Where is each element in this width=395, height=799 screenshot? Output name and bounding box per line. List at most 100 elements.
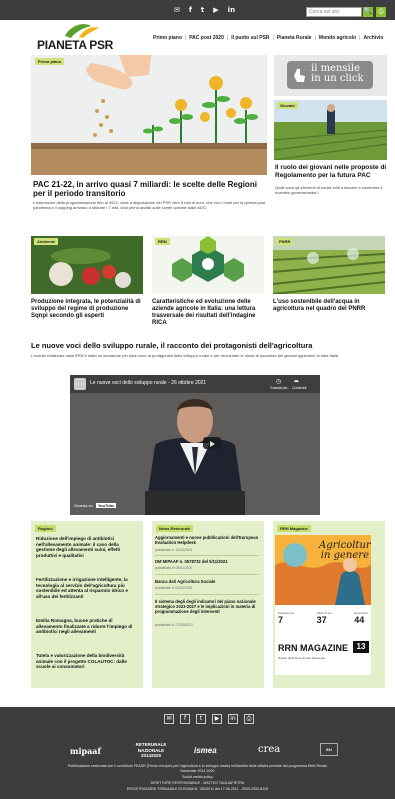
logo-leaf-icon	[65, 24, 99, 38]
twitter-icon[interactable]: t	[196, 714, 206, 724]
nav-punto-psr[interactable]: Il punto sul PSR	[231, 35, 269, 41]
footer-director-text: DIRETTORE RESPONSABILE - MATTEO TAGLIAPI…	[150, 781, 245, 785]
eu-flag-logo[interactable]: EU	[320, 743, 338, 756]
site-logo[interactable]: PIANETA PSR	[37, 24, 117, 54]
linkedin-icon[interactable]: in	[228, 714, 238, 724]
nav-pac-post-2020[interactable]: PAC post 2020	[189, 35, 224, 41]
search-icon[interactable]: 🔍	[363, 7, 373, 17]
news-item-date: pubblicato il: 27/10/2021	[155, 623, 193, 627]
social-media-policy-link[interactable]: Social media policy	[30, 775, 365, 780]
news-item-title[interactable]: Aggiornamenti e nuove pubblicazioni dell…	[155, 535, 259, 545]
mensile-box: il mensile in un click	[287, 61, 373, 89]
footer-social-links: ✉ f t ▶ in ⎙	[164, 714, 254, 724]
youtube-icon[interactable]: ▶	[212, 714, 222, 724]
news-divider	[155, 594, 259, 595]
print-icon[interactable]: ⎙	[376, 7, 386, 17]
giovani-description: Quali sono gli elementi di novità volti …	[275, 185, 383, 195]
mipaaf-logo[interactable]: mipaaf	[70, 746, 101, 756]
magazine-stat: Partecipa al 7	[278, 611, 294, 625]
article-title-pnrr[interactable]: L'uso sostenibile dell'acqua in agricolt…	[273, 299, 386, 313]
article-tag-rrn[interactable]: RRN	[155, 238, 170, 245]
share-icon[interactable]: ➦	[294, 378, 299, 385]
twitter-icon[interactable]: t	[201, 5, 204, 15]
news-tag[interactable]: News Reterurale	[156, 525, 194, 532]
linkedin-icon[interactable]: in	[228, 5, 235, 15]
field-farmer-photo	[274, 100, 387, 160]
news-box: News Reterurale Aggiornamenti e nuove pu…	[152, 521, 264, 688]
nav-separator: |	[359, 35, 361, 41]
site-header: PIANETA PSR Primo piano | PAC post 2020 | …	[0, 20, 395, 54]
facebook-icon[interactable]: f	[189, 5, 192, 15]
magazine-cover[interactable]: Agricoltura in genere Partecipa al 7 Part…	[275, 535, 371, 675]
magazine-name: RRN MAGAZINE	[278, 643, 348, 653]
clock-icon[interactable]: ◷	[276, 378, 281, 385]
article-image-ambiente[interactable]: Ambiente	[31, 236, 143, 294]
main-nav: Primo piano | PAC post 2020 | Il punto sul…	[153, 35, 383, 41]
stat-value: 37	[316, 615, 327, 625]
regioni-item[interactable]: Riduzione dell'impiego di antibiotici ne…	[36, 536, 136, 558]
video-player[interactable]: Le nuove voci dello sviluppo rurale - 26…	[70, 375, 320, 515]
site-footer: ✉ f t ▶ in ⎙ mipaaf RETERURALE NAZIONALE…	[0, 707, 395, 799]
regioni-item[interactable]: Emilia Romagna, buone pratiche di alleva…	[36, 618, 136, 635]
search-input[interactable]: Cerca nel sito	[306, 7, 362, 17]
watch-on-youtube[interactable]: Guarda su YouTube	[74, 503, 117, 508]
article-title-ambiente[interactable]: Produzione integrata, le potenzialità di…	[31, 299, 144, 320]
giovani-tag[interactable]: Giovani	[277, 102, 298, 109]
social-links: ✉ f t ▶ in	[174, 5, 235, 15]
regioni-item[interactable]: Fertilizzazione e irrigazione intelligen…	[36, 577, 136, 599]
news-item-date: pubblicato il: 03/11/2021	[155, 586, 193, 590]
magazine-tag[interactable]: RRN Magazine	[277, 525, 311, 532]
cursor-hand-icon	[294, 69, 305, 82]
nav-mondo-agricolo[interactable]: Mondo agricolo	[319, 35, 356, 41]
news-item-title[interactable]: Banca dati Agricoltura Sociale	[155, 579, 259, 584]
facebook-icon[interactable]: f	[180, 714, 190, 724]
article-image-pnrr[interactable]: PNRR	[273, 236, 385, 294]
youtube-logo: YouTube	[95, 503, 117, 508]
top-bar: ✉ f t ▶ in Cerca nel sito 🔍 ⎙	[0, 0, 395, 20]
feature-image[interactable]: Primo piano	[31, 55, 267, 175]
article-image-rrn[interactable]: RRN	[152, 236, 264, 294]
nav-separator: |	[272, 35, 274, 41]
play-button[interactable]	[203, 437, 221, 449]
footer-funding-text: Pubblicazione realizzata con il contribu…	[67, 764, 328, 768]
print-icon[interactable]: ⎙	[244, 714, 254, 724]
feature-title[interactable]: PAC 21-22, in arrivo quasi 7 miliardi: l…	[33, 180, 269, 198]
giovani-title[interactable]: Il ruolo dei giovani nelle proposte di R…	[275, 164, 387, 179]
video-heading[interactable]: Le nuove voci dello sviluppo rurale, il …	[31, 341, 312, 350]
article-title-rrn[interactable]: Caratteristiche ed evoluzione delle azie…	[152, 299, 265, 327]
watch-later-label: Guarda più...	[270, 386, 291, 390]
reterurale-logo[interactable]: RETERURALE NAZIONALE 20142020	[128, 742, 174, 759]
logo-text: PIANETA PSR	[37, 38, 114, 52]
play-icon	[210, 441, 215, 447]
magazine-stats: Partecipa al 7 Parte di voi 37 Esportano 44	[275, 611, 371, 625]
nav-archivio[interactable]: Archivio	[363, 35, 383, 41]
regioni-tag[interactable]: Regioni	[35, 525, 56, 532]
video-title[interactable]: Le nuove voci dello sviluppo rurale - 26…	[90, 380, 206, 386]
mail-icon[interactable]: ✉	[174, 5, 180, 15]
crea-logo[interactable]: crea	[258, 744, 280, 755]
footer-registration-text: REGISTRAZIONE TRIBUNALE DI ROMA N. 190/2…	[127, 787, 268, 791]
regioni-item[interactable]: Tutela e valorizzazione della biodiversi…	[36, 653, 136, 670]
share-label: Condividi	[292, 386, 307, 390]
video-description: L'evento realizzato dalla RRN è stato un…	[31, 353, 340, 358]
article-tag-ambiente[interactable]: Ambiente	[34, 238, 59, 245]
nav-separator: |	[314, 35, 316, 41]
stat-value: 44	[354, 615, 365, 625]
magazine-subtitle: Rivista della Rete Rurale Nazionale	[278, 656, 326, 660]
ismea-logo[interactable]: ismea	[194, 746, 217, 755]
feature-tag[interactable]: Primo piano	[35, 58, 65, 65]
nav-primo-piano[interactable]: Primo piano	[153, 35, 182, 41]
giovani-image[interactable]: Giovani	[274, 100, 387, 160]
news-item-title[interactable]: Il sistema degli degli indicatori del pi…	[155, 599, 259, 615]
article-tag-pnrr[interactable]: PNRR	[276, 238, 294, 245]
youtube-icon[interactable]: ▶	[213, 5, 218, 15]
mail-icon[interactable]: ✉	[164, 714, 174, 724]
money-plants-illustration	[31, 55, 267, 175]
nav-pianeta-rurale[interactable]: Pianeta Rurale	[277, 35, 312, 41]
regioni-box: Regioni Riduzione dell'impiego di antibi…	[31, 521, 143, 688]
magazine-box: RRN Magazine Agricoltura in genere Parte…	[273, 521, 385, 688]
mensile-text: il mensile in un click	[311, 63, 364, 84]
magazine-stat: Esportano 44	[354, 611, 368, 625]
mensile-banner[interactable]: il mensile in un click	[274, 55, 387, 96]
news-item-title[interactable]: DM MIPAAF n. 0578732 del 5/11/2021	[155, 559, 259, 564]
